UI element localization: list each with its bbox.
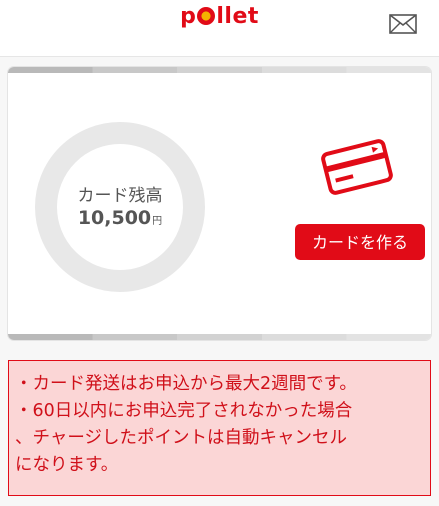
app-screen: p llet カード残高 10,500円 カードを作る ・カード発送はお申込から…: [0, 0, 439, 506]
mail-icon[interactable]: [389, 14, 417, 34]
notice-line: ・60日以内にお申込完了されなかった場合: [15, 401, 353, 421]
logo-letter-p: p: [180, 4, 197, 29]
notice-box: ・カード発送はお申込から最大2週間です。 ・60日以内にお申込完了されなかった場…: [8, 360, 431, 496]
card-balance-panel: カード残高 10,500円 カードを作る: [8, 67, 431, 340]
logo-letters-llet: llet: [216, 4, 259, 29]
balance-value: 10,500円: [35, 207, 205, 229]
balance-amount: 10,500: [77, 207, 152, 229]
balance-unit: 円: [152, 216, 163, 227]
make-card-button[interactable]: カードを作る: [295, 224, 425, 260]
panel-bottom-bar: [8, 334, 431, 340]
panel-top-bar: [8, 67, 431, 73]
pollet-logo: p llet: [0, 4, 439, 29]
notice-line: 、チャージしたポイントは自動キャンセル: [15, 428, 347, 448]
credit-card-icon: [321, 139, 393, 195]
notice-line: ・カード発送はお申込から最大2週間です。: [15, 374, 357, 394]
notice-line: になります。: [15, 455, 119, 475]
balance-label: カード残高: [77, 186, 163, 206]
logo-o-icon: [197, 7, 216, 25]
app-header: p llet: [0, 0, 439, 57]
